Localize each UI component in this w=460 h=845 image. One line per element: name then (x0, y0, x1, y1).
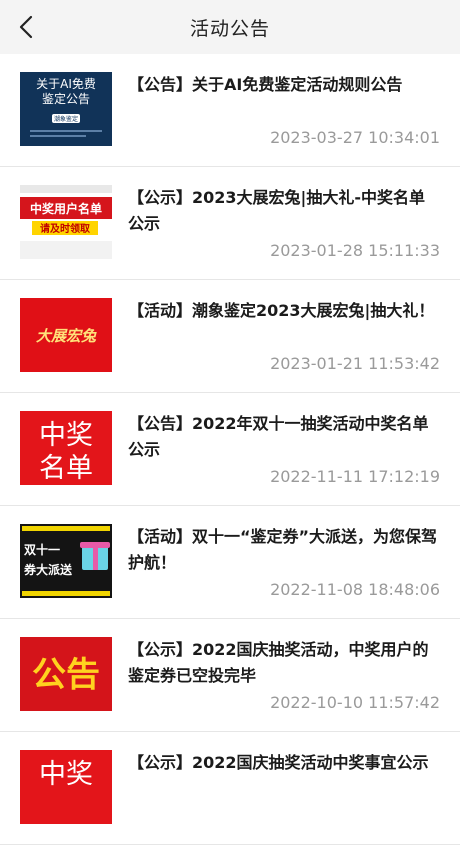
list-item[interactable]: 中奖 名单 【公告】2022年双十一抽奖活动中奖名单公示 2022-11-11 … (0, 393, 460, 506)
item-title: 【公示】2022国庆抽奖活动中奖事宜公示 (128, 753, 429, 772)
item-thumbnail: 中奖用户名单 请及时领取 (20, 185, 112, 259)
item-date: 2022-11-11 17:12:19 (270, 467, 440, 486)
item-thumbnail: 公告 (20, 637, 112, 711)
thumb-text: 中奖用户名单 (30, 201, 102, 216)
item-title: 【公告】2022年双十一抽奖活动中奖名单公示 (128, 414, 429, 459)
thumb-text: 券大派送 (23, 562, 73, 577)
item-title: 【活动】潮象鉴定2023大展宏兔|抽大礼！ (128, 301, 435, 320)
thumb-text: 名单 (39, 453, 93, 484)
item-thumbnail: 中奖 名单 (20, 411, 112, 485)
item-title: 【活动】双十一“鉴定券”大派送，为您保驾护航！ (128, 527, 438, 572)
thumb-text: 中奖 (39, 420, 93, 451)
item-thumbnail: 关于AI免费 鉴定公告 潮象鉴定 (20, 72, 112, 146)
list-item[interactable]: 双十一 券大派送 【活动】双十一“鉴定券”大派送，为您保驾护航！ 2022-11… (0, 506, 460, 619)
announcement-list: 关于AI免费 鉴定公告 潮象鉴定 【公告】关于AI免费鉴定活动规则公告 2023… (0, 54, 460, 845)
item-date: 2023-01-21 11:53:42 (270, 354, 440, 373)
thumb-text: 公告 (32, 655, 100, 695)
thumb-text: 双十一 (24, 542, 60, 557)
list-item[interactable]: 中奖用户名单 请及时领取 【公示】2023大展宏兔|抽大礼-中奖名单公示 202… (0, 167, 460, 280)
item-title: 【公示】2023大展宏兔|抽大礼-中奖名单公示 (128, 188, 426, 233)
item-title: 【公告】关于AI免费鉴定活动规则公告 (128, 75, 403, 94)
page-title: 活动公告 (189, 17, 270, 40)
thumb-text: 中奖 (39, 759, 93, 790)
thumb-text: 关于AI免费 (36, 76, 96, 91)
item-date: 2023-01-28 15:11:33 (270, 241, 440, 260)
list-item[interactable]: 关于AI免费 鉴定公告 潮象鉴定 【公告】关于AI免费鉴定活动规则公告 2023… (0, 54, 460, 167)
top-nav-bar: 活动公告 (0, 0, 460, 54)
thumb-text: 潮象鉴定 (54, 115, 78, 123)
item-date: 2022-11-08 18:48:06 (270, 580, 440, 599)
thumb-text: 鉴定公告 (42, 91, 90, 106)
item-date: 2022-10-10 11:57:42 (270, 693, 440, 712)
list-item[interactable]: 大展宏兔 【活动】潮象鉴定2023大展宏兔|抽大礼！ 2023-01-21 11… (0, 280, 460, 393)
thumb-text: 大展宏兔 (36, 327, 97, 345)
item-thumbnail: 大展宏兔 (20, 298, 112, 372)
item-title: 【公示】2022国庆抽奖活动，中奖用户的鉴定券已空投完毕 (128, 640, 429, 685)
item-date: 2023-03-27 10:34:01 (270, 128, 440, 147)
list-item[interactable]: 公告 【公示】2022国庆抽奖活动，中奖用户的鉴定券已空投完毕 2022-10-… (0, 619, 460, 732)
list-item[interactable]: 中奖 【公示】2022国庆抽奖活动中奖事宜公示 (0, 732, 460, 845)
item-thumbnail: 中奖 (20, 750, 112, 824)
thumb-text: 请及时领取 (40, 222, 91, 235)
item-thumbnail: 双十一 券大派送 (20, 524, 112, 598)
back-arrow-icon[interactable] (14, 14, 40, 40)
